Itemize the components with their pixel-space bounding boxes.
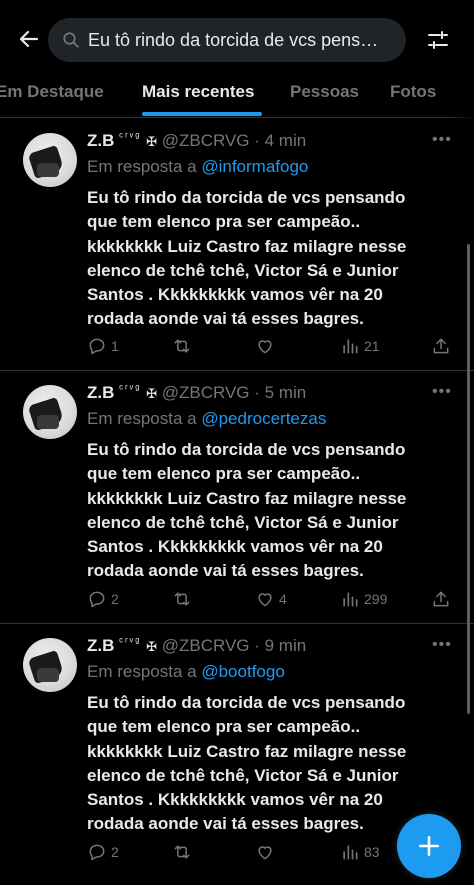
view-count: 299 xyxy=(364,591,388,607)
tweet-actions: 1 21 xyxy=(87,336,462,358)
reply-prefix: Em resposta a xyxy=(87,157,197,176)
search-input[interactable]: Eu tô rindo da torcida de vcs pensando xyxy=(48,18,406,62)
arrow-left-icon xyxy=(19,30,39,48)
filter-button[interactable] xyxy=(420,22,456,58)
more-icon[interactable]: ••• xyxy=(432,383,452,401)
reply-to-handle[interactable]: @pedrocertezas xyxy=(201,409,326,428)
search-query: Eu tô rindo da torcida de vcs pensando xyxy=(88,29,388,50)
timestamp[interactable]: 5 min xyxy=(265,383,307,402)
reply-button[interactable]: 1 xyxy=(87,336,119,356)
scrollbar[interactable] xyxy=(467,244,470,714)
reply-count: 2 xyxy=(111,844,119,860)
share-icon xyxy=(433,591,449,607)
tweet[interactable]: Z.B ᶜʳᵛᵍ ✠ @ZBCRVG · 5 min ••• Em respos… xyxy=(0,371,474,624)
retweet-button[interactable] xyxy=(171,842,193,862)
share-button[interactable] xyxy=(431,589,451,609)
back-button[interactable] xyxy=(12,22,46,56)
retweet-button[interactable] xyxy=(171,589,193,609)
tweet-text: Eu tô rindo da torcida de vcs pensando qu… xyxy=(87,440,407,581)
tweet-actions: 2 4 299 xyxy=(87,589,462,611)
reply-to-handle[interactable]: @bootfogo xyxy=(201,662,284,681)
reply-context: Em resposta a @informafogo xyxy=(87,157,308,177)
view-count: 83 xyxy=(364,844,380,860)
name-decoration: ᶜʳᵛᵍ xyxy=(119,383,142,395)
timestamp[interactable]: 4 min xyxy=(265,131,307,150)
views-button[interactable]: 299 xyxy=(340,589,387,609)
retweet-icon xyxy=(174,339,190,353)
avatar[interactable] xyxy=(23,133,77,187)
handle[interactable]: @ZBCRVG xyxy=(162,383,250,402)
bar-chart-icon xyxy=(343,592,358,607)
reply-button[interactable]: 2 xyxy=(87,589,119,609)
name-decoration: ᶜʳᵛᵍ xyxy=(119,636,142,648)
active-tab-indicator xyxy=(142,112,262,116)
display-name[interactable]: Z.B xyxy=(87,383,114,402)
more-icon[interactable]: ••• xyxy=(432,636,452,654)
tab-em-destaque[interactable]: Em Destaque xyxy=(0,66,104,118)
reply-prefix: Em resposta a xyxy=(87,662,197,681)
tweet[interactable]: Z.B ᶜʳᵛᵍ ✠ @ZBCRVG · 4 min ••• Em respos… xyxy=(0,119,474,371)
name-decoration: ᶜʳᵛᵍ xyxy=(119,131,142,143)
compose-button[interactable] xyxy=(397,814,461,878)
tweet-text: Eu tô rindo da torcida de vcs pensando qu… xyxy=(87,693,407,834)
sliders-icon xyxy=(428,31,448,49)
reply-prefix: Em resposta a xyxy=(87,409,197,428)
plus-icon xyxy=(419,836,439,856)
reply-icon xyxy=(89,338,105,355)
views-button[interactable]: 83 xyxy=(340,842,380,862)
heart-icon xyxy=(258,593,272,607)
heart-icon xyxy=(258,340,272,354)
tweet-header: Z.B ᶜʳᵛᵍ ✠ @ZBCRVG · 4 min xyxy=(87,131,307,150)
tweet-header: Z.B ᶜʳᵛᵍ ✠ @ZBCRVG · 9 min xyxy=(87,636,307,655)
reply-to-handle[interactable]: @informafogo xyxy=(201,157,308,176)
tab-pessoas[interactable]: Pessoas xyxy=(290,66,359,118)
retweet-button[interactable] xyxy=(171,336,193,356)
reply-context: Em resposta a @bootfogo xyxy=(87,662,285,682)
avatar[interactable] xyxy=(23,385,77,439)
tab-mais-recentes[interactable]: Mais recentes xyxy=(142,66,254,118)
handle[interactable]: @ZBCRVG xyxy=(162,636,250,655)
reply-icon xyxy=(89,844,105,861)
tab-fade xyxy=(450,66,474,118)
reply-icon xyxy=(89,591,105,608)
like-button[interactable] xyxy=(255,842,275,862)
bar-chart-icon xyxy=(343,339,358,354)
like-button[interactable]: 4 xyxy=(255,589,287,609)
display-name[interactable]: Z.B xyxy=(87,636,114,655)
like-button[interactable] xyxy=(255,336,275,356)
timestamp[interactable]: 9 min xyxy=(265,636,307,655)
share-button[interactable] xyxy=(431,336,451,356)
tab-fotos[interactable]: Fotos xyxy=(390,66,436,118)
more-icon[interactable]: ••• xyxy=(432,131,452,149)
reply-count: 2 xyxy=(111,591,119,607)
reply-context: Em resposta a @pedrocertezas xyxy=(87,409,326,429)
search-icon xyxy=(63,32,79,48)
search-tabs: Em Destaque Mais recentes Pessoas Fotos xyxy=(0,66,474,118)
avatar[interactable] xyxy=(23,638,77,692)
reply-button[interactable]: 2 xyxy=(87,842,119,862)
heart-icon xyxy=(258,846,272,860)
share-icon xyxy=(433,338,449,354)
display-name[interactable]: Z.B xyxy=(87,131,114,150)
reply-count: 1 xyxy=(111,338,119,354)
cross-symbol: ✠ xyxy=(146,134,157,149)
tweet-header: Z.B ᶜʳᵛᵍ ✠ @ZBCRVG · 5 min xyxy=(87,383,307,402)
tweet-text: Eu tô rindo da torcida de vcs pensando qu… xyxy=(87,188,407,329)
like-count: 4 xyxy=(279,591,287,607)
retweet-icon xyxy=(174,592,190,606)
views-button[interactable]: 21 xyxy=(340,336,380,356)
cross-symbol: ✠ xyxy=(146,639,157,654)
handle[interactable]: @ZBCRVG xyxy=(162,131,250,150)
cross-symbol: ✠ xyxy=(146,386,157,401)
retweet-icon xyxy=(174,845,190,859)
view-count: 21 xyxy=(364,338,380,354)
bar-chart-icon xyxy=(343,845,358,860)
